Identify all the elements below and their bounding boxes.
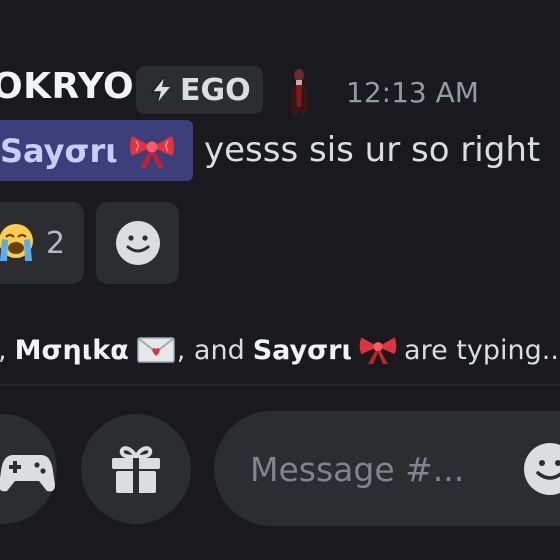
message-composer xyxy=(214,411,560,526)
typing-lead: , xyxy=(0,335,7,366)
user-mention[interactable]: Sayσrι xyxy=(0,120,193,181)
gamepad-icon xyxy=(0,455,55,492)
gift-icon xyxy=(112,446,160,493)
games-button[interactable] xyxy=(0,414,57,524)
smiley-add-reaction-icon xyxy=(115,221,160,265)
reaction-count: 2 xyxy=(46,225,66,261)
add-reaction-button[interactable] xyxy=(96,202,179,284)
typing-indicator: , Mσηιkα , and Sayσrι are typing... xyxy=(0,334,560,366)
divider xyxy=(0,384,560,386)
chat-view: OKRYO EGO 12:13 AM Sayσrι yesss sis ur s… xyxy=(0,0,560,560)
role-icon xyxy=(290,69,308,116)
loudly-crying-face-icon xyxy=(0,224,33,261)
typing-user-1: Mσηιkα xyxy=(14,334,129,366)
typing-suffix: are typing... xyxy=(404,334,560,366)
message-timestamp: 12:13 AM xyxy=(346,76,479,109)
reaction-chip[interactable]: 2 xyxy=(0,202,84,284)
typing-user-2: Sayσrι xyxy=(252,334,353,366)
typing-middle: , and xyxy=(176,334,245,366)
mention-label: Sayσrι xyxy=(0,131,118,170)
message-input[interactable] xyxy=(250,439,510,499)
ribbon-icon xyxy=(359,337,397,365)
lightning-icon xyxy=(150,76,170,104)
message-content: yesss sis ur so right xyxy=(204,130,541,170)
guild-tag-label: EGO xyxy=(180,72,251,108)
message-author[interactable]: OKRYO xyxy=(0,66,134,107)
ribbon-icon xyxy=(129,135,174,168)
love-letter-icon xyxy=(137,337,175,363)
guild-tag-badge[interactable]: EGO xyxy=(136,66,263,114)
gift-button[interactable] xyxy=(81,414,191,524)
emoji-picker-icon[interactable] xyxy=(522,441,560,497)
